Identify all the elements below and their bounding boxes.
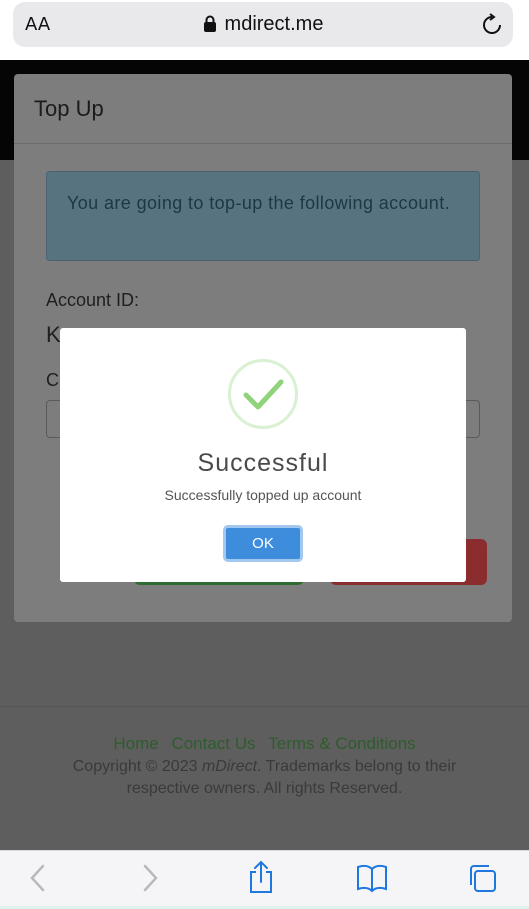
checkmark-icon bbox=[243, 379, 284, 410]
tabs-icon[interactable] bbox=[467, 863, 499, 893]
info-alert: You are going to top-up the following ac… bbox=[46, 171, 480, 261]
forward-icon[interactable] bbox=[140, 863, 160, 893]
account-id-value: K bbox=[46, 322, 61, 347]
copyright-prefix: Copyright © 2023 bbox=[72, 758, 202, 775]
share-icon[interactable] bbox=[246, 860, 276, 894]
back-icon[interactable] bbox=[28, 863, 48, 893]
success-dialog: Successful Successfully topped up accoun… bbox=[60, 328, 466, 582]
footer-divider bbox=[0, 706, 529, 707]
success-icon bbox=[228, 359, 298, 429]
dialog-message: Successfully topped up account bbox=[164, 487, 362, 503]
dialog-title: Successful bbox=[197, 449, 329, 477]
footer-link-contact[interactable]: Contact Us bbox=[171, 734, 255, 753]
url-field[interactable]: mdirect.me bbox=[13, 13, 513, 36]
footer-links: Home Contact Us Terms & Conditions bbox=[0, 734, 529, 754]
url-text: mdirect.me bbox=[224, 13, 324, 35]
lock-icon bbox=[203, 15, 216, 32]
browser-address-area: AA mdirect.me bbox=[0, 0, 529, 60]
address-bar[interactable]: AA mdirect.me bbox=[13, 2, 513, 47]
ok-button[interactable]: OK bbox=[223, 525, 303, 562]
card-divider bbox=[14, 143, 512, 144]
brand-name: mDirect bbox=[201, 758, 258, 775]
footer-link-home[interactable]: Home bbox=[113, 734, 158, 753]
bookmarks-icon[interactable] bbox=[355, 863, 389, 893]
footer-link-terms[interactable]: Terms & Conditions bbox=[268, 734, 415, 753]
copyright-text: Copyright © 2023 mDirect. Trademarks bel… bbox=[40, 756, 489, 800]
card-title: Top Up bbox=[34, 96, 104, 121]
reload-icon[interactable] bbox=[481, 13, 503, 37]
browser-toolbar bbox=[0, 850, 529, 909]
field-label: C bbox=[46, 370, 59, 390]
account-id-label: Account ID: bbox=[46, 290, 140, 310]
info-text: You are going to top-up the following ac… bbox=[67, 193, 450, 213]
